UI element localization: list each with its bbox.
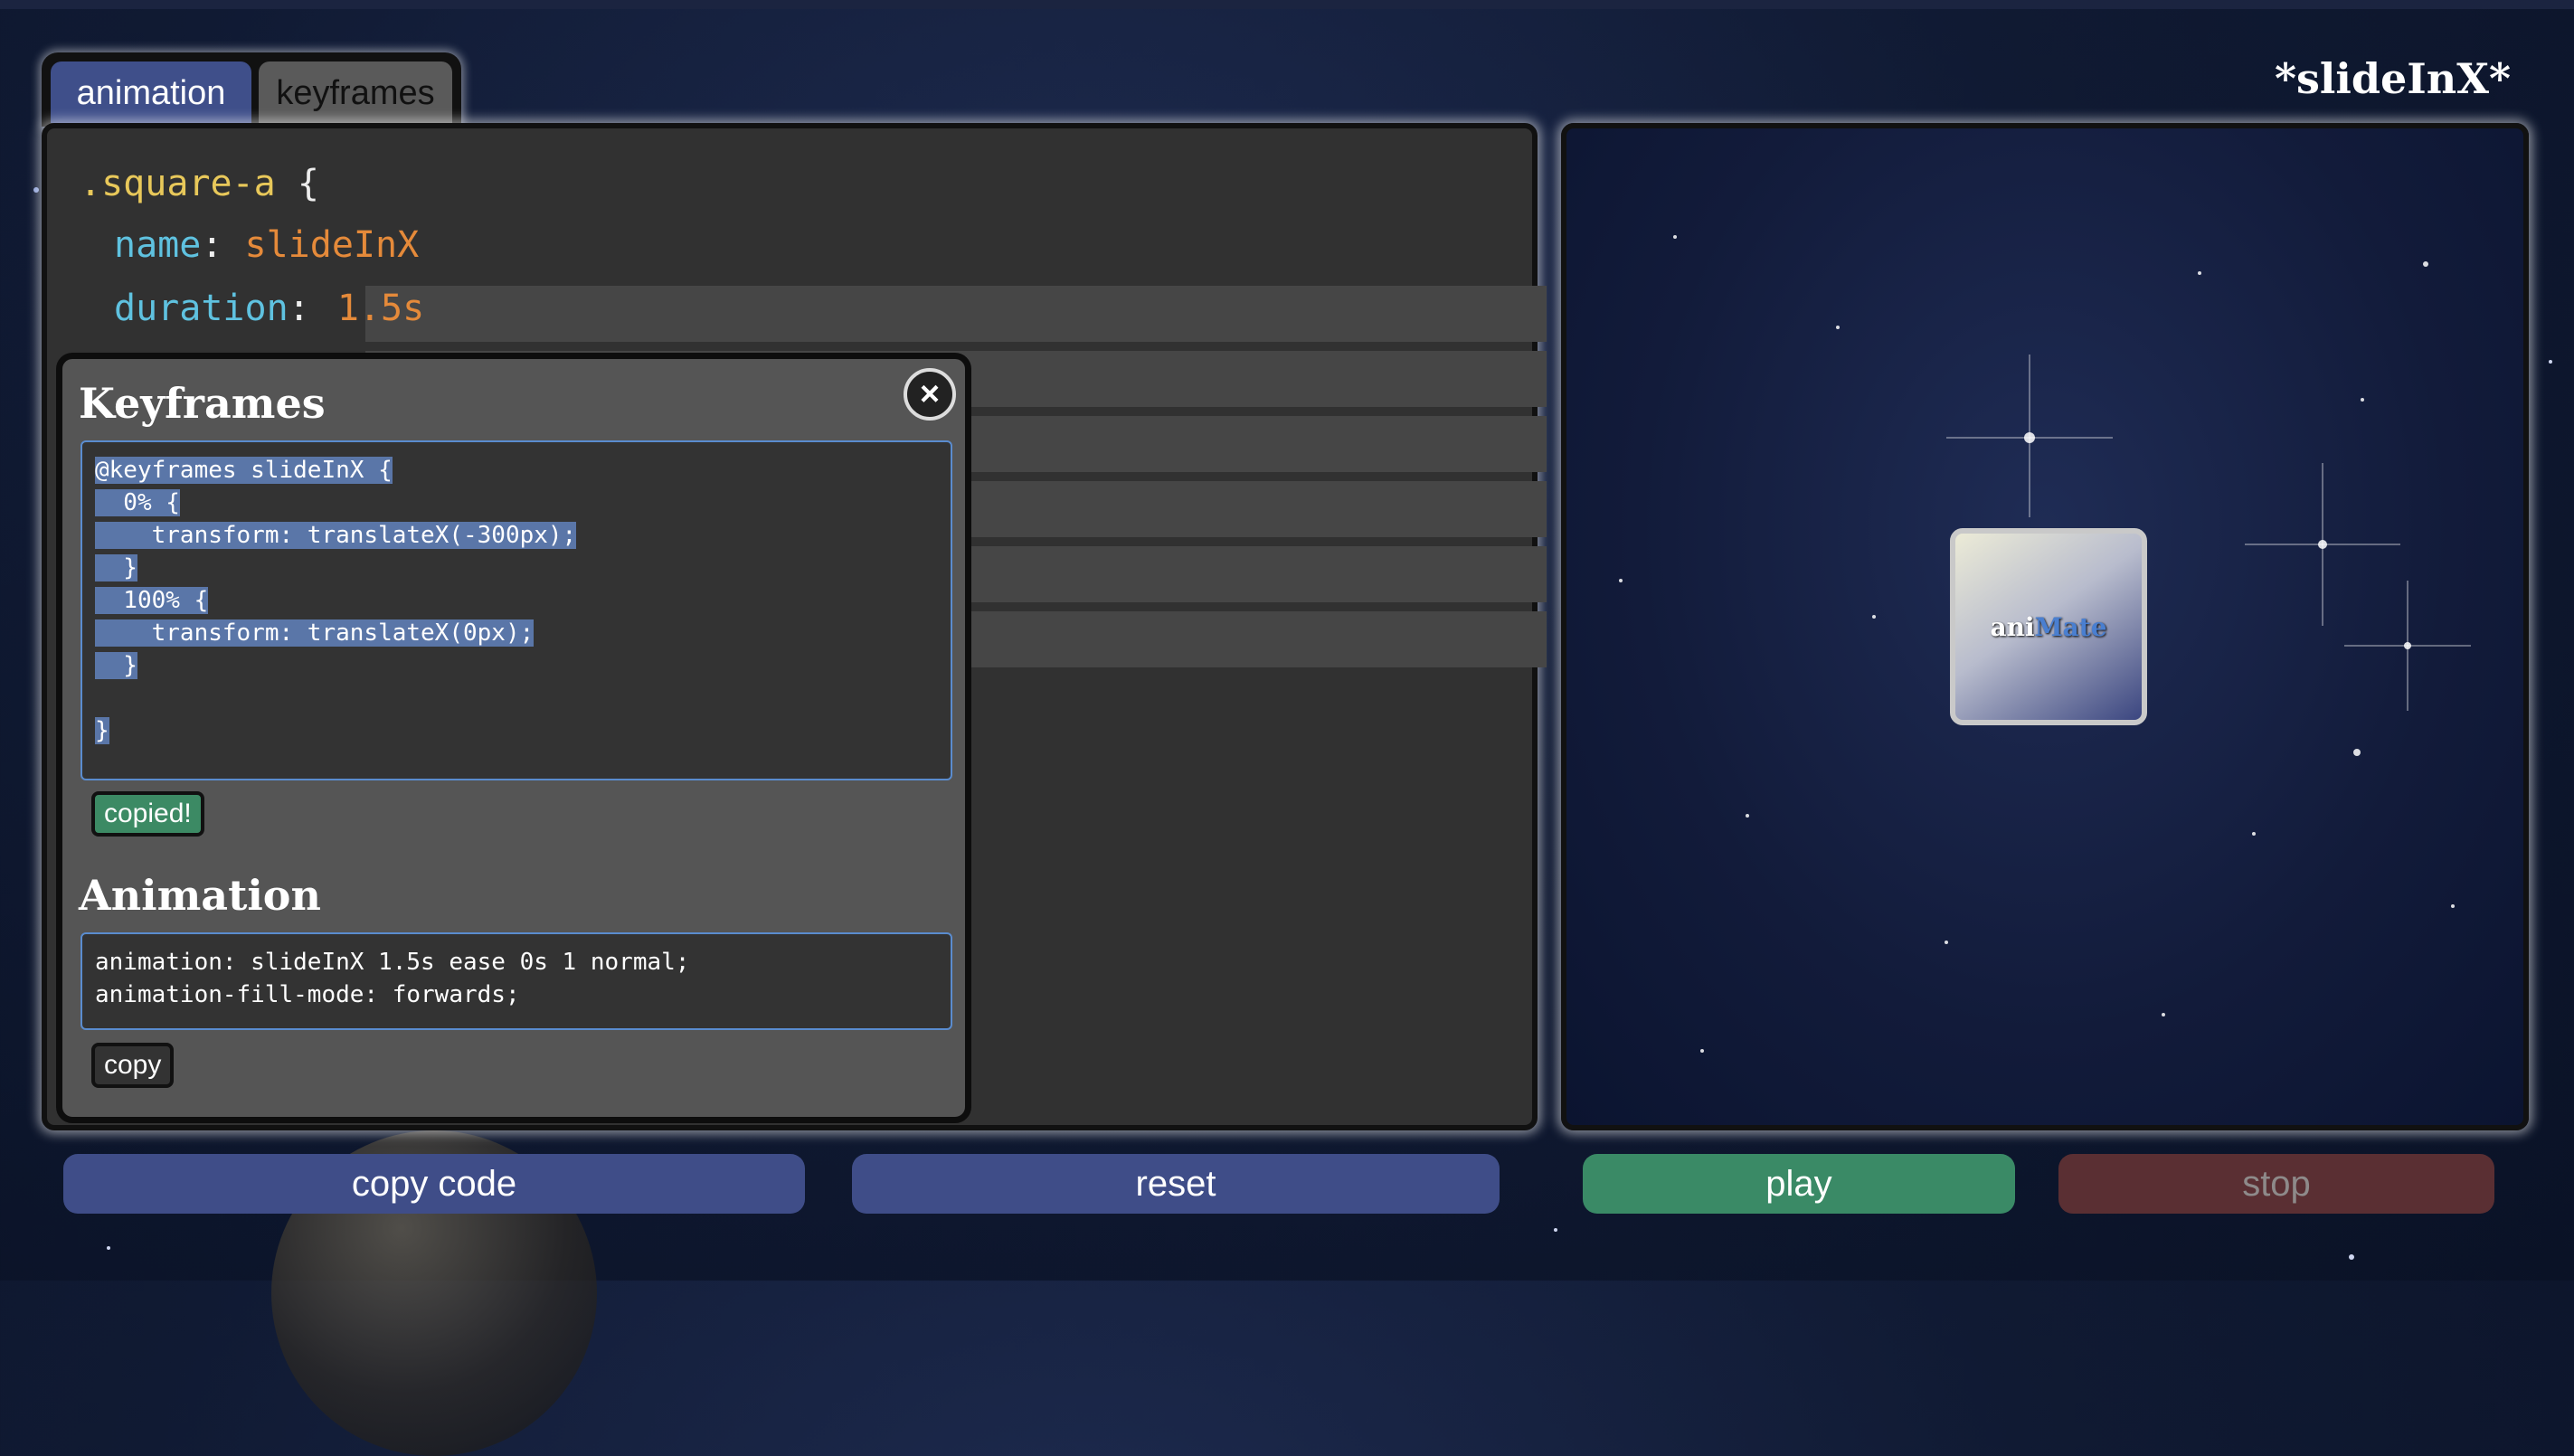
copy-button[interactable]: copy	[91, 1043, 175, 1088]
duration-input-field[interactable]	[365, 286, 1547, 342]
stop-button[interactable]: stop	[2058, 1154, 2494, 1214]
property-value[interactable]: 1.5s	[337, 288, 424, 329]
property-key: duration	[114, 288, 289, 329]
code-line: transform: translateX(-300px);	[95, 522, 577, 549]
copied-button[interactable]: copied!	[91, 791, 204, 837]
code-line: transform: translateX(0px);	[95, 619, 535, 647]
keyframes-code-box[interactable]: @keyframes slideInX { 0% { transform: tr…	[80, 440, 952, 780]
code-line: @keyframes slideInX {	[95, 457, 393, 484]
code-line: animation-fill-mode: forwards;	[95, 981, 520, 1008]
code-line: }	[95, 717, 109, 744]
top-strip	[0, 0, 2574, 9]
animation-heading: Animation	[79, 871, 321, 920]
code-line: }	[95, 554, 137, 581]
logo-text-mate: Mate	[2034, 611, 2107, 642]
export-modal: Keyframes × @keyframes slideInX { 0% { t…	[56, 353, 971, 1123]
code-line: animation: slideInX 1.5s ease 0s 1 norma…	[95, 949, 690, 976]
css-selector: .square-a	[80, 163, 276, 204]
tab-bar: animation keyframes	[42, 52, 461, 127]
selector-line: .square-a {	[80, 163, 319, 204]
keyframes-heading: Keyframes	[79, 379, 326, 428]
tab-keyframes[interactable]: keyframes	[259, 61, 452, 123]
logo-text-ani: ani	[1990, 611, 2035, 642]
play-button[interactable]: play	[1583, 1154, 2015, 1214]
tab-animation[interactable]: animation	[51, 61, 251, 123]
property-key: name	[114, 224, 202, 266]
animation-preview-panel: ani Mate	[1561, 123, 2529, 1130]
property-value[interactable]: slideInX	[245, 224, 420, 266]
code-line: 0% {	[95, 489, 180, 516]
property-row-name: name: slideInX	[114, 224, 420, 266]
animated-square: ani Mate	[1950, 528, 2147, 725]
copy-code-button[interactable]: copy code	[63, 1154, 805, 1214]
reset-button[interactable]: reset	[852, 1154, 1500, 1214]
property-row-duration: duration: 1.5s	[114, 288, 425, 329]
code-line: }	[95, 652, 137, 679]
close-icon[interactable]: ×	[904, 368, 956, 421]
animation-code-box[interactable]: animation: slideInX 1.5s ease 0s 1 norma…	[80, 932, 952, 1030]
page-title: *slideInX*	[2274, 54, 2511, 103]
open-brace: {	[297, 163, 319, 204]
code-line: 100% {	[95, 587, 209, 614]
